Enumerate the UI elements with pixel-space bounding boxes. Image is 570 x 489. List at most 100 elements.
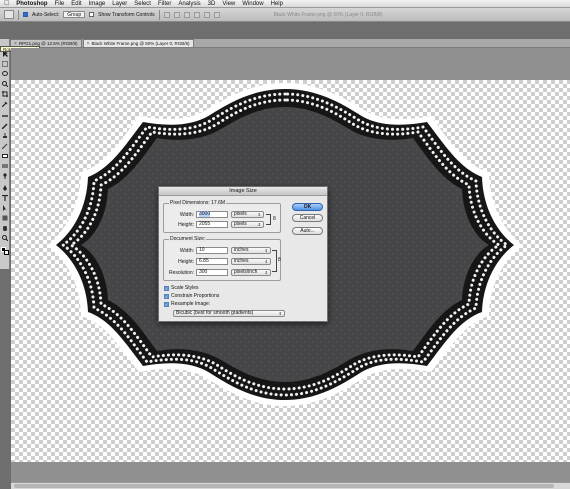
dodge-tool-icon[interactable] [2, 173, 8, 179]
document-size-legend: Document Size: [169, 236, 207, 242]
tab-black-white-frame[interactable]: × Black White Frame.png @ 50% (Layer 0, … [82, 39, 194, 48]
quick-select-tool-icon[interactable] [2, 81, 8, 87]
brush-tool-icon[interactable] [2, 123, 8, 129]
doc-height-label: Height: [178, 259, 194, 265]
align-left-icon[interactable] [193, 11, 200, 18]
align-middle-icon[interactable] [173, 11, 180, 18]
menu-edit[interactable]: Edit [71, 1, 81, 7]
menu-3d[interactable]: 3D [208, 1, 216, 7]
tab-label: Black White Frame.png @ 50% (Layer 0, RG… [91, 40, 190, 46]
checkmark-icon: ✓ [164, 285, 169, 291]
dialog-title: Image Size [159, 187, 327, 196]
doc-width-label: Width: [179, 248, 194, 254]
type-tool-icon[interactable] [2, 195, 8, 201]
chevron-updown-icon: ⇕ [264, 259, 268, 264]
resample-image-checkbox[interactable]: ✓ Resample Image: [164, 301, 210, 307]
align-bottom-icon[interactable] [183, 11, 190, 18]
background-color-swatch[interactable] [4, 250, 9, 255]
chevron-updown-icon: ⇕ [257, 212, 261, 217]
resolution-unit-dropdown[interactable]: pixels/inch ⇕ [231, 269, 271, 276]
chevron-updown-icon: ⇕ [264, 270, 268, 275]
menu-app-name[interactable]: Photoshop [16, 1, 47, 7]
px-height-unit-dropdown[interactable]: pixels ⇕ [231, 221, 264, 228]
close-tab-icon[interactable]: × [87, 40, 90, 48]
lasso-tool-icon[interactable] [2, 71, 8, 77]
menu-analysis[interactable]: Analysis [178, 1, 200, 7]
horizontal-scrollbar[interactable] [11, 482, 570, 489]
apple-icon[interactable]:  [4, 0, 9, 7]
auto-select-checkbox[interactable] [23, 12, 28, 17]
doc-width-field[interactable]: 10 [196, 247, 228, 254]
chevron-updown-icon: ⇕ [264, 248, 268, 253]
ok-button[interactable]: OK [292, 203, 323, 211]
menu-bar:  Photoshop File Edit Image Layer Select… [0, 0, 570, 8]
marquee-tool-icon[interactable] [2, 61, 8, 67]
resample-method-dropdown[interactable]: Bicubic (best for smooth gradients) ⇕ [173, 310, 285, 317]
pixel-dimensions-group: Pixel Dimensions: 17.6M Width: 3000 pixe… [163, 200, 281, 233]
show-transform-checkbox[interactable] [89, 12, 95, 17]
ghost-window-title: Black White Frame.png @ 50% (Layer 0, RG… [273, 11, 383, 18]
doc-height-field[interactable]: 6.85 [196, 258, 228, 265]
auto-select-label: Auto-Select: [32, 11, 60, 18]
chevron-updown-icon: ⇕ [257, 222, 261, 227]
px-width-field[interactable]: 3000 [196, 211, 228, 218]
tools-panel [0, 39, 10, 269]
doc-height-unit-dropdown[interactable]: inches ⇕ [231, 258, 271, 265]
menu-help[interactable]: Help [271, 1, 283, 7]
pixel-dimensions-legend: Pixel Dimensions: 17.6M [169, 200, 227, 206]
gradient-tool-icon[interactable] [2, 163, 8, 169]
px-width-unit-dropdown[interactable]: pixels ⇕ [231, 211, 264, 218]
pasteboard-top [11, 48, 570, 80]
clone-stamp-tool-icon[interactable] [2, 133, 8, 139]
document-tab-bar: × RPG1.png @ 12.5% (RGB/8) × Black White… [10, 39, 570, 48]
align-right-icon[interactable] [213, 11, 220, 18]
checkmark-icon: ✓ [164, 293, 169, 299]
pen-tool-icon[interactable] [2, 185, 8, 191]
eraser-tool-icon[interactable] [2, 153, 8, 159]
constrain-proportions-checkbox[interactable]: ✓ Constrain Proportions [164, 293, 219, 299]
menu-window[interactable]: Window [242, 1, 263, 7]
chain-link-icon: 8 [278, 257, 281, 263]
hand-tool-icon[interactable] [2, 225, 8, 231]
menu-file[interactable]: File [55, 1, 65, 7]
tool-preset-picker[interactable] [4, 10, 14, 19]
menu-layer[interactable]: Layer [112, 1, 127, 7]
constrain-proportions-label: Constrain Proportions [171, 293, 220, 299]
chevron-updown-icon: ⇕ [278, 311, 282, 316]
document-size-group: Document Size: Width: 10 inches ⇕ Height:… [163, 236, 281, 281]
auto-select-dropdown[interactable]: Group [63, 11, 86, 18]
options-separator [158, 9, 160, 20]
path-select-tool-icon[interactable] [2, 205, 8, 211]
resample-image-label: Resample Image: [171, 301, 211, 307]
px-height-label: Height: [178, 222, 194, 228]
eyedropper-tool-icon[interactable] [2, 101, 8, 107]
resolution-label: Resolution: [168, 270, 194, 276]
options-separator [18, 9, 19, 20]
chain-link-icon: 8 [273, 216, 276, 222]
history-brush-tool-icon[interactable] [2, 143, 8, 149]
doc-constrain-bracket [272, 250, 277, 272]
options-bar: Auto-Select: Group Show Transform Contro… [0, 8, 570, 22]
menu-image[interactable]: Image [89, 1, 106, 7]
align-center-icon[interactable] [203, 11, 210, 18]
image-size-dialog: Image Size Pixel Dimensions: 17.6M Width… [158, 186, 328, 322]
px-constrain-bracket [266, 214, 271, 225]
auto-button[interactable]: Auto... [292, 227, 323, 235]
scale-styles-checkbox[interactable]: ✓ Scale Styles [164, 285, 199, 291]
crop-tool-icon[interactable] [2, 91, 8, 97]
healing-brush-tool-icon[interactable] [2, 113, 8, 119]
checkmark-icon: ✓ [164, 301, 169, 307]
menu-filter[interactable]: Filter [158, 1, 171, 7]
align-top-icon[interactable] [163, 11, 170, 18]
zoom-tool-icon[interactable] [2, 235, 8, 241]
shape-tool-icon[interactable] [2, 215, 8, 221]
cancel-button[interactable]: Cancel [292, 214, 323, 222]
scale-styles-label: Scale Styles [171, 285, 199, 291]
resolution-field[interactable]: 300 [196, 269, 228, 276]
doc-width-unit-dropdown[interactable]: inches ⇕ [231, 247, 271, 254]
show-transform-label: Show Transform Controls [98, 11, 155, 18]
menu-select[interactable]: Select [134, 1, 151, 7]
menu-view[interactable]: View [222, 1, 235, 7]
px-height-field[interactable]: 2055 [196, 221, 228, 228]
scrollbar-thumb[interactable] [14, 484, 554, 488]
